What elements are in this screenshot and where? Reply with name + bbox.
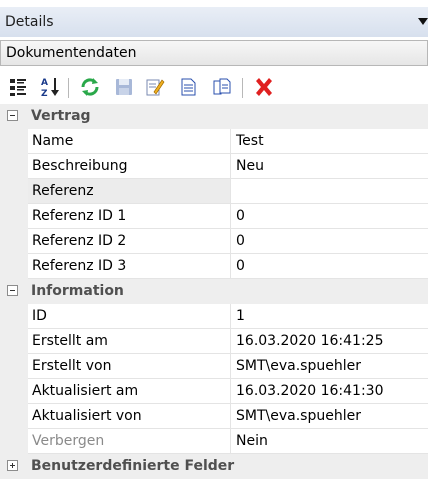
property-label: Name — [28, 129, 231, 153]
save-icon[interactable] — [112, 75, 136, 99]
category-label: Vertrag — [31, 108, 91, 124]
property-row[interactable]: Aktualisiert am 16.03.2020 16:41:30 — [0, 379, 428, 404]
property-row[interactable]: Referenz — [0, 179, 428, 204]
category-benutzerdefinierte-felder[interactable]: Benutzerdefinierte Felder — [0, 454, 428, 479]
toolbar: A Z — [0, 70, 428, 104]
property-label: Aktualisiert am — [28, 379, 231, 403]
toolbar-separator — [242, 78, 243, 98]
property-value[interactable]: 0 — [231, 204, 428, 228]
property-label: Referenz ID 2 — [28, 229, 231, 253]
svg-text:Z: Z — [41, 89, 48, 98]
property-value[interactable]: 16.03.2020 16:41:25 — [231, 329, 428, 353]
property-row[interactable]: Referenz ID 1 0 — [0, 204, 428, 229]
copy-document-icon[interactable] — [210, 75, 234, 99]
property-label: Referenz ID 1 — [28, 204, 231, 228]
property-row[interactable]: Erstellt von SMT\eva.spuehler — [0, 354, 428, 379]
panel-menu-arrow-icon[interactable] — [418, 18, 428, 25]
property-value[interactable]: 16.03.2020 16:41:30 — [231, 379, 428, 403]
expand-icon[interactable] — [7, 460, 18, 471]
svg-text:A: A — [41, 78, 48, 88]
property-row[interactable]: Name Test — [0, 129, 428, 154]
panel-title: Details — [5, 14, 54, 30]
delete-icon[interactable] — [252, 75, 276, 99]
property-label: Erstellt von — [28, 354, 231, 378]
property-value[interactable]: SMT\eva.spuehler — [231, 404, 428, 428]
property-value[interactable]: Nein — [231, 429, 428, 453]
property-label: Referenz ID 3 — [28, 254, 231, 278]
toolbar-separator — [68, 78, 69, 98]
object-type-dropdown[interactable]: Dokumentendaten — [0, 40, 428, 66]
property-row[interactable]: Beschreibung Neu — [0, 154, 428, 179]
property-value[interactable]: 1 — [231, 304, 428, 328]
refresh-icon[interactable] — [78, 75, 102, 99]
property-label: Referenz — [28, 179, 231, 203]
categorized-icon[interactable] — [6, 75, 30, 99]
property-value[interactable]: 0 — [231, 254, 428, 278]
property-value[interactable]: Test — [231, 129, 428, 153]
property-row[interactable]: Verbergen Nein — [0, 429, 428, 454]
property-label: Beschreibung — [28, 154, 231, 178]
property-row[interactable]: Referenz ID 3 0 — [0, 254, 428, 279]
property-grid: Vertrag Name Test Beschreibung Neu Refer… — [0, 104, 428, 479]
property-row[interactable]: ID 1 — [0, 304, 428, 329]
property-row[interactable]: Erstellt am 16.03.2020 16:41:25 — [0, 329, 428, 354]
panel-header: Details — [0, 7, 428, 37]
property-label: Aktualisiert von — [28, 404, 231, 428]
category-label: Benutzerdefinierte Felder — [31, 458, 235, 474]
property-value[interactable]: Neu — [231, 154, 428, 178]
edit-icon[interactable] — [143, 75, 167, 99]
property-value[interactable]: 0 — [231, 229, 428, 253]
property-label: Verbergen — [28, 429, 231, 453]
category-vertrag[interactable]: Vertrag — [0, 104, 428, 129]
category-information[interactable]: Information — [0, 279, 428, 304]
category-label: Information — [31, 283, 124, 299]
property-label: Erstellt am — [28, 329, 231, 353]
collapse-icon[interactable] — [7, 285, 18, 296]
collapse-icon[interactable] — [7, 110, 18, 121]
property-row[interactable]: Aktualisiert von SMT\eva.spuehler — [0, 404, 428, 429]
property-value[interactable] — [231, 179, 428, 203]
new-document-icon[interactable] — [176, 75, 200, 99]
property-label: ID — [28, 304, 231, 328]
property-row[interactable]: Referenz ID 2 0 — [0, 229, 428, 254]
sort-alpha-icon[interactable]: A Z — [38, 75, 62, 99]
dropdown-value: Dokumentendaten — [6, 45, 137, 61]
property-value[interactable]: SMT\eva.spuehler — [231, 354, 428, 378]
